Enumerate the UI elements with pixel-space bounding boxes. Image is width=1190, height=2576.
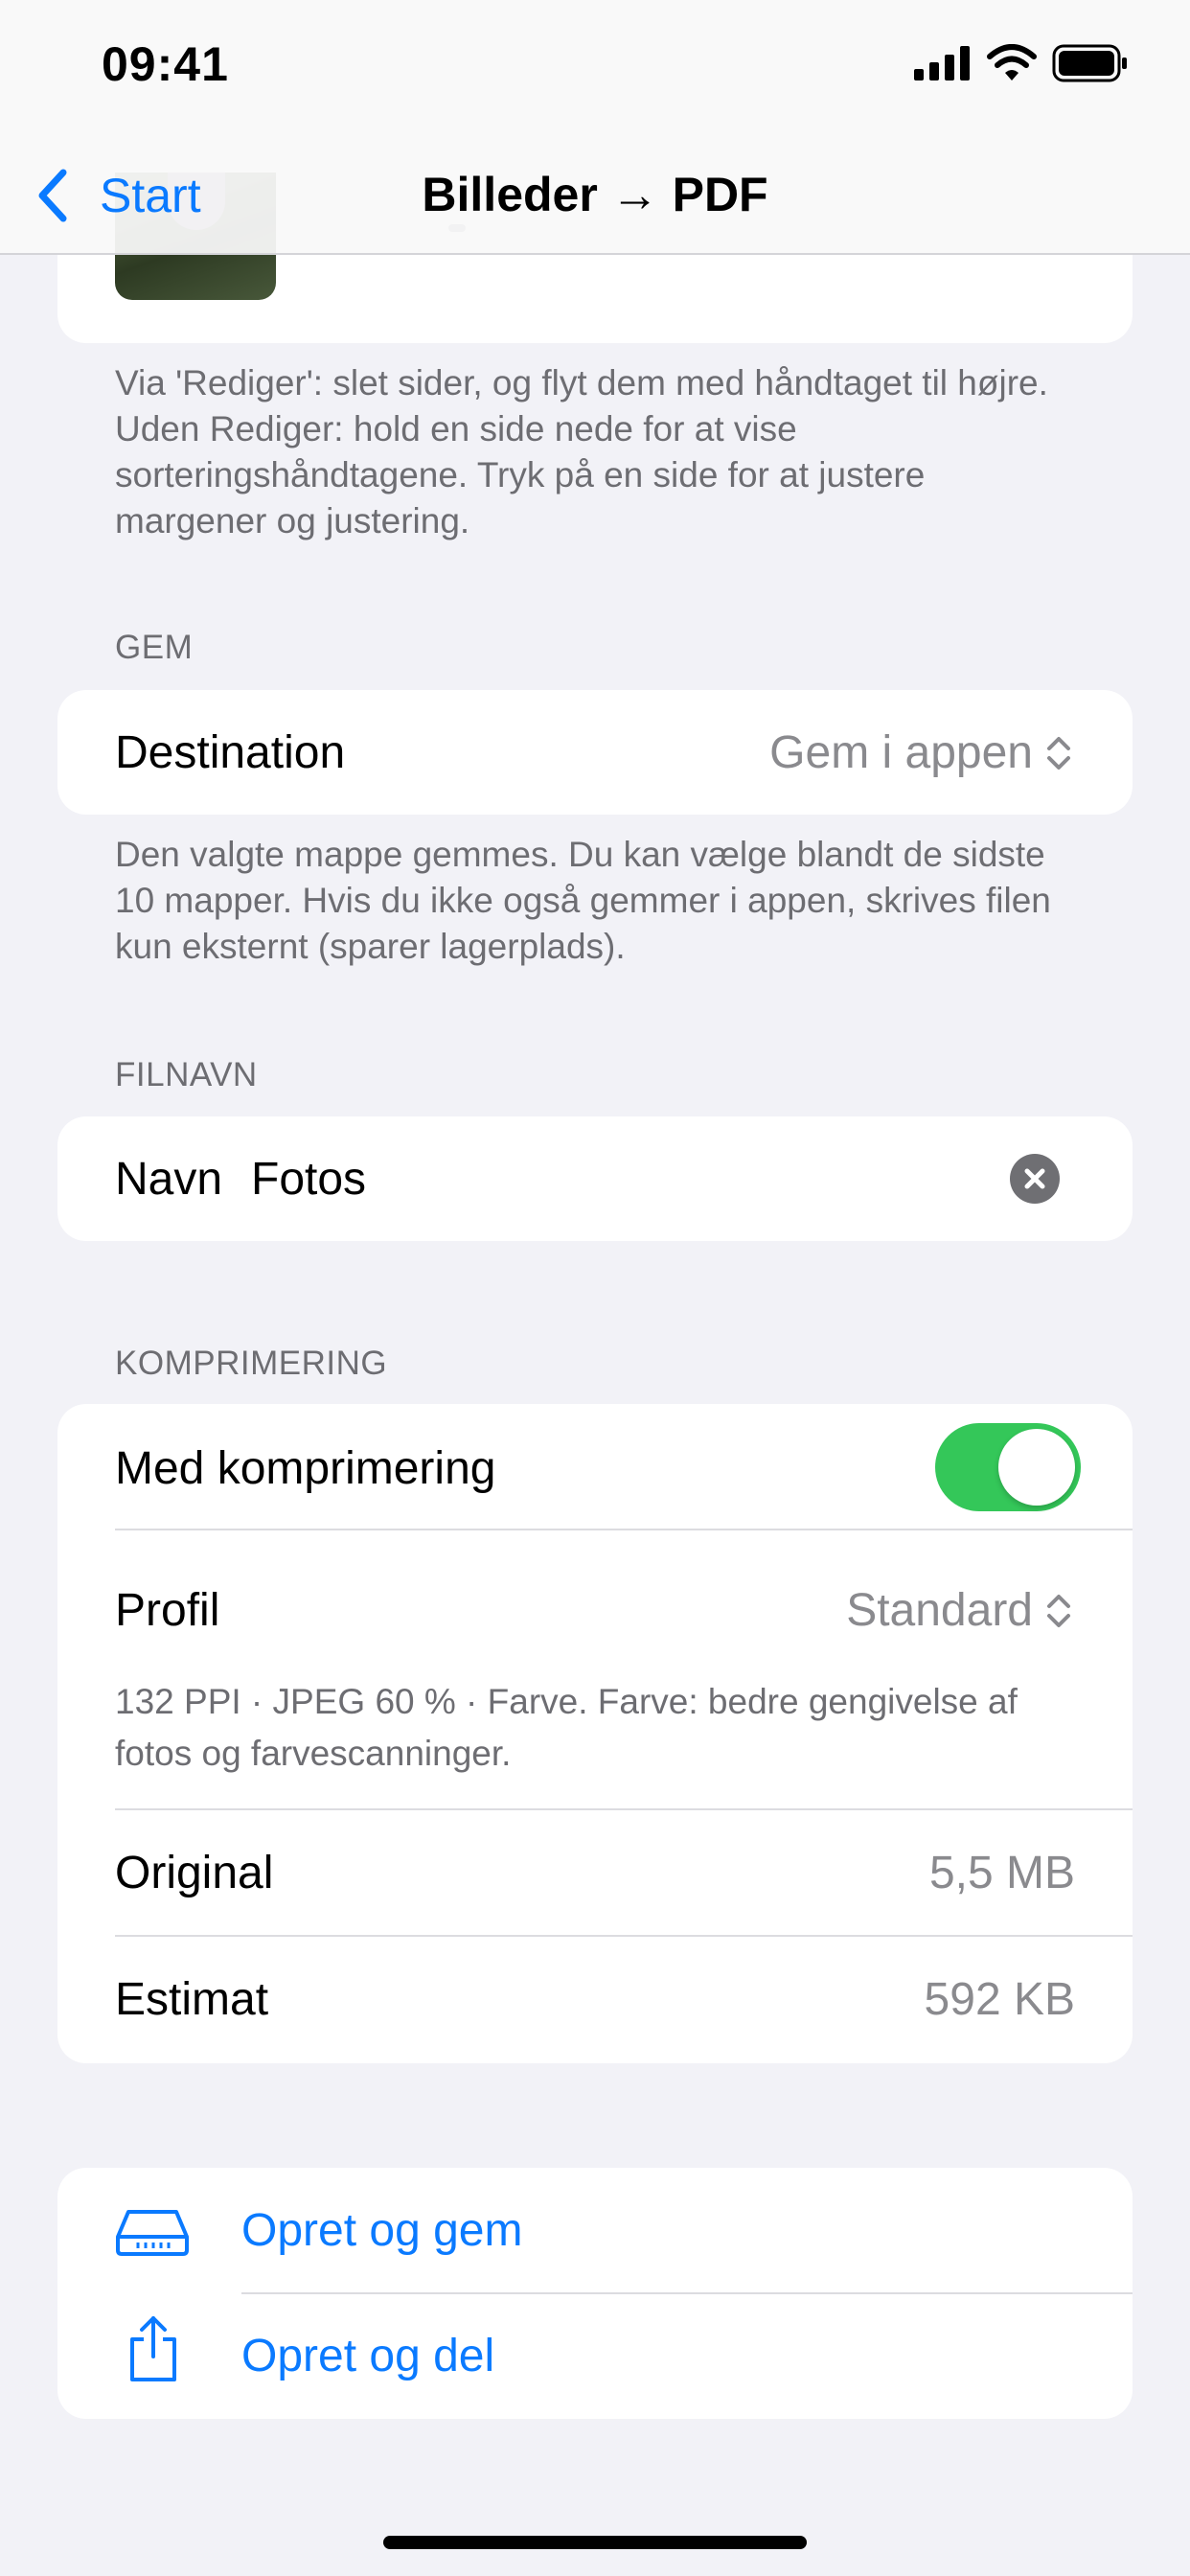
profile-description: 132 PPI · JPEG 60 % · Farve. Farve: bedr… (115, 1682, 1018, 1773)
original-value: 5,5 MB (928, 1848, 1075, 1898)
destination-picker[interactable]: Gem i appen (769, 726, 1075, 779)
clear-icon[interactable] (1010, 1154, 1060, 1204)
create-share-label: Opret og del (241, 2331, 495, 2381)
filename-label: Navn (115, 1154, 223, 1205)
destination-row[interactable]: Destination Gem i appen (57, 690, 1133, 815)
actions-card: Opret og gem Opret og del (57, 2168, 1133, 2419)
wifi-icon (987, 44, 1037, 80)
filename-section-header: FILNAVN (115, 1056, 258, 1093)
compression-toggle[interactable] (935, 1423, 1081, 1511)
battery-icon (1052, 44, 1127, 82)
create-save-button[interactable]: Opret og gem (57, 2168, 1133, 2293)
chevron-up-down-icon (1047, 736, 1070, 770)
filename-row: Navn Fotos (57, 1116, 1133, 1241)
save-footnote: Den valgte mappe gemmes. Du kan vælge bl… (115, 835, 1051, 966)
home-indicator[interactable] (383, 2536, 807, 2549)
share-icon (130, 2316, 176, 2381)
status-bar: 09:41 (0, 0, 1190, 144)
compression-section-header: KOMPRIMERING (115, 1345, 388, 1382)
drive-icon (116, 2210, 189, 2256)
destination-value: Gem i appen (769, 727, 1033, 778)
estimate-label: Estimat (115, 1974, 269, 2025)
filename-input[interactable]: Fotos (251, 1153, 366, 1206)
original-label: Original (115, 1848, 274, 1898)
estimate-value: 592 KB (924, 1974, 1075, 2025)
save-section-header: GEM (115, 629, 194, 666)
destination-label: Destination (115, 727, 346, 778)
profile-picker[interactable]: Standard (846, 1584, 1075, 1637)
create-save-label: Opret og gem (241, 2205, 523, 2256)
chevron-up-down-icon (1047, 1594, 1070, 1627)
toggle-knob (998, 1429, 1075, 1506)
page-title: Billeder → PDF (422, 168, 768, 221)
status-time: 09:41 (102, 37, 229, 91)
compression-card: Med komprimering Profil Standard 132 PPI… (57, 1404, 1133, 2063)
cellular-signal-icon (914, 46, 970, 80)
profile-value: Standard (846, 1585, 1033, 1636)
pages-footnote: Via 'Rediger': slet sider, og flyt dem m… (115, 363, 1048, 540)
compression-toggle-label: Med komprimering (115, 1443, 496, 1494)
create-share-button[interactable]: Opret og del (57, 2293, 1133, 2419)
navigation-bar: Start Billeder → PDF (0, 144, 1190, 253)
profile-label: Profil (115, 1585, 220, 1636)
